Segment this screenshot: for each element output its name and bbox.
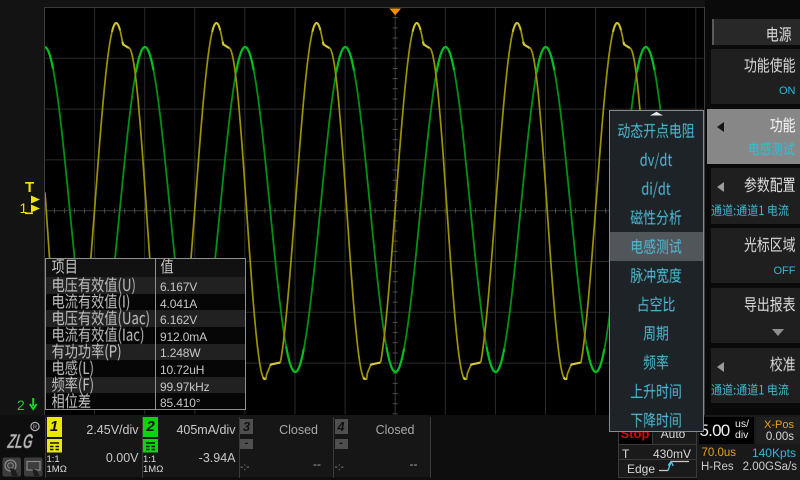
svg-text:2: 2 [17,397,25,413]
svg-text:1: 1 [20,200,28,216]
